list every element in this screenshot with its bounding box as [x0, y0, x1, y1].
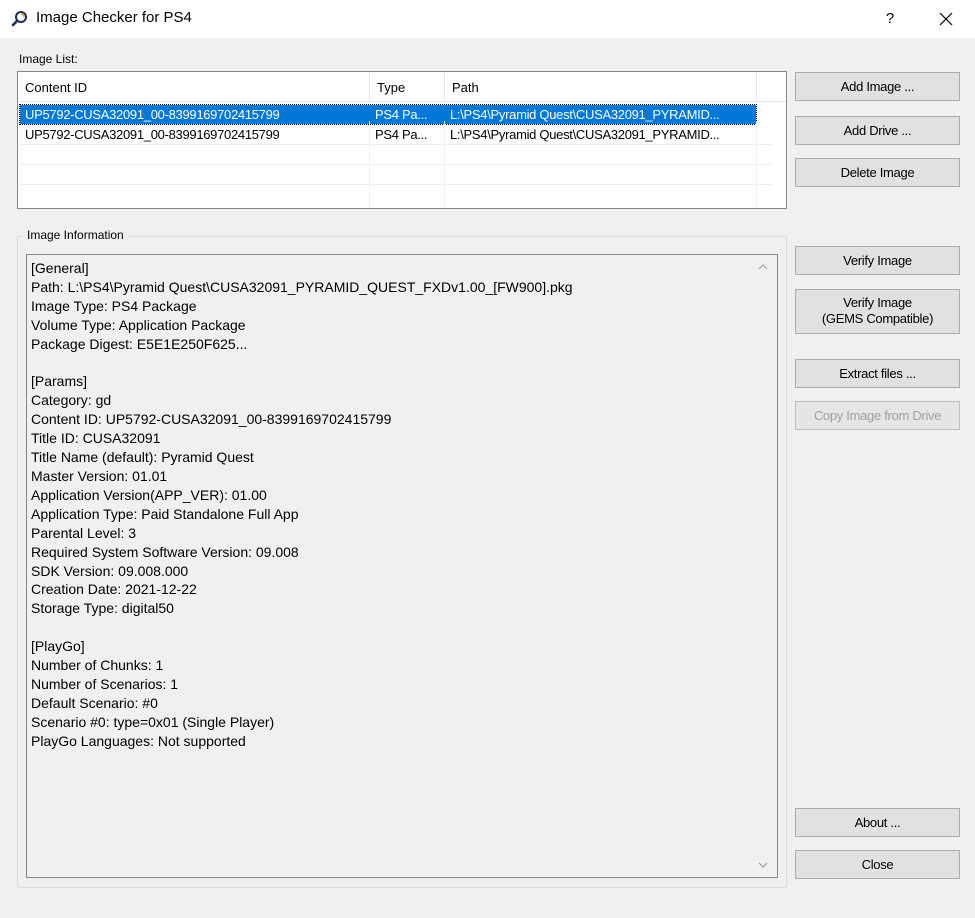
image-list-label: Image List:: [19, 52, 78, 66]
column-header-type[interactable]: Type: [370, 72, 445, 102]
grid-line: [756, 121, 757, 208]
verify-image-gems-button[interactable]: Verify Image (GEMS Compatible): [795, 289, 960, 334]
image-list-header: Content ID Type Path: [18, 72, 786, 102]
image-list[interactable]: Content ID Type Path UP5792-CUSA32091_00…: [17, 71, 787, 209]
close-icon: [939, 12, 953, 26]
grid-line: [369, 121, 370, 208]
cell-path: L:\PS4\Pyramid Quest\CUSA32091_PYRAMID..…: [450, 107, 720, 122]
magnifier-app-icon: [11, 11, 27, 27]
close-button[interactable]: Close: [795, 850, 960, 879]
grid-line: [20, 164, 772, 165]
scroll-up-arrow-icon[interactable]: [757, 261, 769, 273]
copy-image-from-drive-button[interactable]: Copy Image from Drive: [795, 401, 960, 430]
cell-type: PS4 Pa...: [375, 127, 428, 142]
window-title: Image Checker for PS4: [36, 9, 192, 26]
title-bar: Image Checker for PS4 ?: [0, 0, 975, 38]
column-header-content-id[interactable]: Content ID: [18, 72, 370, 102]
verify-gems-label-line2: (GEMS Compatible): [821, 311, 934, 326]
delete-image-button[interactable]: Delete Image: [795, 158, 960, 187]
column-header-path[interactable]: Path: [445, 72, 757, 102]
scroll-down-arrow-icon[interactable]: [757, 859, 769, 871]
cell-type: PS4 Pa...: [375, 107, 428, 122]
cell-content-id: UP5792-CUSA32091_00-8399169702415799: [25, 107, 280, 122]
image-information-label: Image Information: [23, 228, 128, 242]
add-drive-button[interactable]: Add Drive ...: [795, 116, 960, 145]
image-information-textbox[interactable]: [General] Path: L:\PS4\Pyramid Quest\CUS…: [26, 254, 778, 878]
help-button[interactable]: ?: [868, 0, 912, 38]
add-image-button[interactable]: Add Image ...: [795, 72, 960, 101]
grid-line: [20, 144, 772, 145]
verify-gems-label-line1: Verify Image: [843, 295, 912, 310]
extract-files-button[interactable]: Extract files ...: [795, 359, 960, 388]
image-information-text: [General] Path: L:\PS4\Pyramid Quest\CUS…: [31, 260, 573, 749]
about-button[interactable]: About ...: [795, 808, 960, 837]
grid-line: [20, 184, 772, 185]
window-close-button[interactable]: [924, 0, 968, 38]
cell-path: L:\PS4\Pyramid Quest\CUSA32091_PYRAMID..…: [450, 127, 720, 142]
grid-line: [444, 121, 445, 208]
cell-content-id: UP5792-CUSA32091_00-8399169702415799: [25, 127, 280, 142]
image-list-row[interactable]: UP5792-CUSA32091_00-8399169702415799 PS4…: [20, 125, 756, 144]
image-list-row[interactable]: UP5792-CUSA32091_00-8399169702415799 PS4…: [19, 104, 757, 125]
verify-image-button[interactable]: Verify Image: [795, 246, 960, 275]
